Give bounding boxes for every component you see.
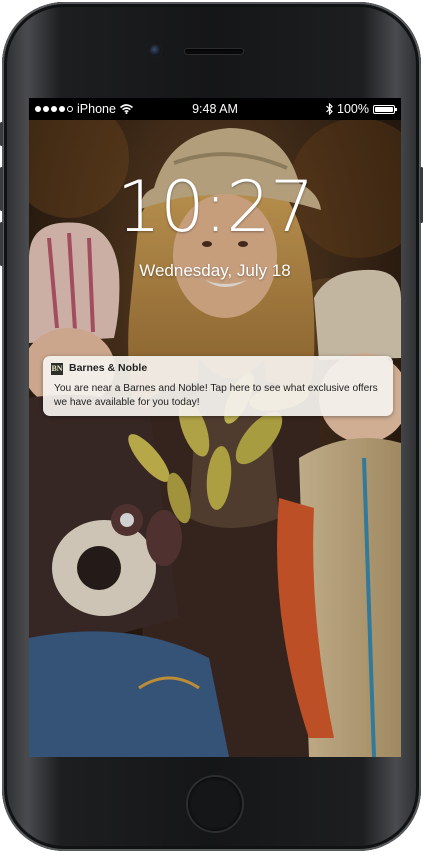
status-right: 100% [326,102,397,116]
notification-banner[interactable]: BN Barnes & Noble You are near a Barnes … [43,356,393,416]
power-button [420,167,423,223]
lock-screen-date: Wednesday, July 18 [139,261,291,280]
notification-app-name: Barnes & Noble [69,362,148,374]
front-camera-icon [150,45,161,56]
battery-icon [373,104,397,114]
lock-screen-clock: 10:27 [116,166,315,248]
volume-up-button [0,167,3,211]
volume-down-button [0,222,3,266]
status-bar: iPhone 9:48 AM 100% [29,98,401,120]
earpiece-speaker [185,49,243,54]
mute-switch [0,122,3,146]
lock-screen[interactable]: iPhone 9:48 AM 100% 10:27 Wednesday, Jul… [29,98,401,757]
battery-percent: 100% [337,102,369,116]
iphone-frame: iPhone 9:48 AM 100% 10:27 Wednesday, Jul… [0,2,423,851]
battery-level-fill [375,106,393,112]
barnes-noble-app-icon: BN [51,363,63,375]
home-button[interactable] [188,777,242,831]
bluetooth-icon [326,103,333,115]
notification-message: You are near a Barnes and Noble! Tap her… [54,383,378,408]
